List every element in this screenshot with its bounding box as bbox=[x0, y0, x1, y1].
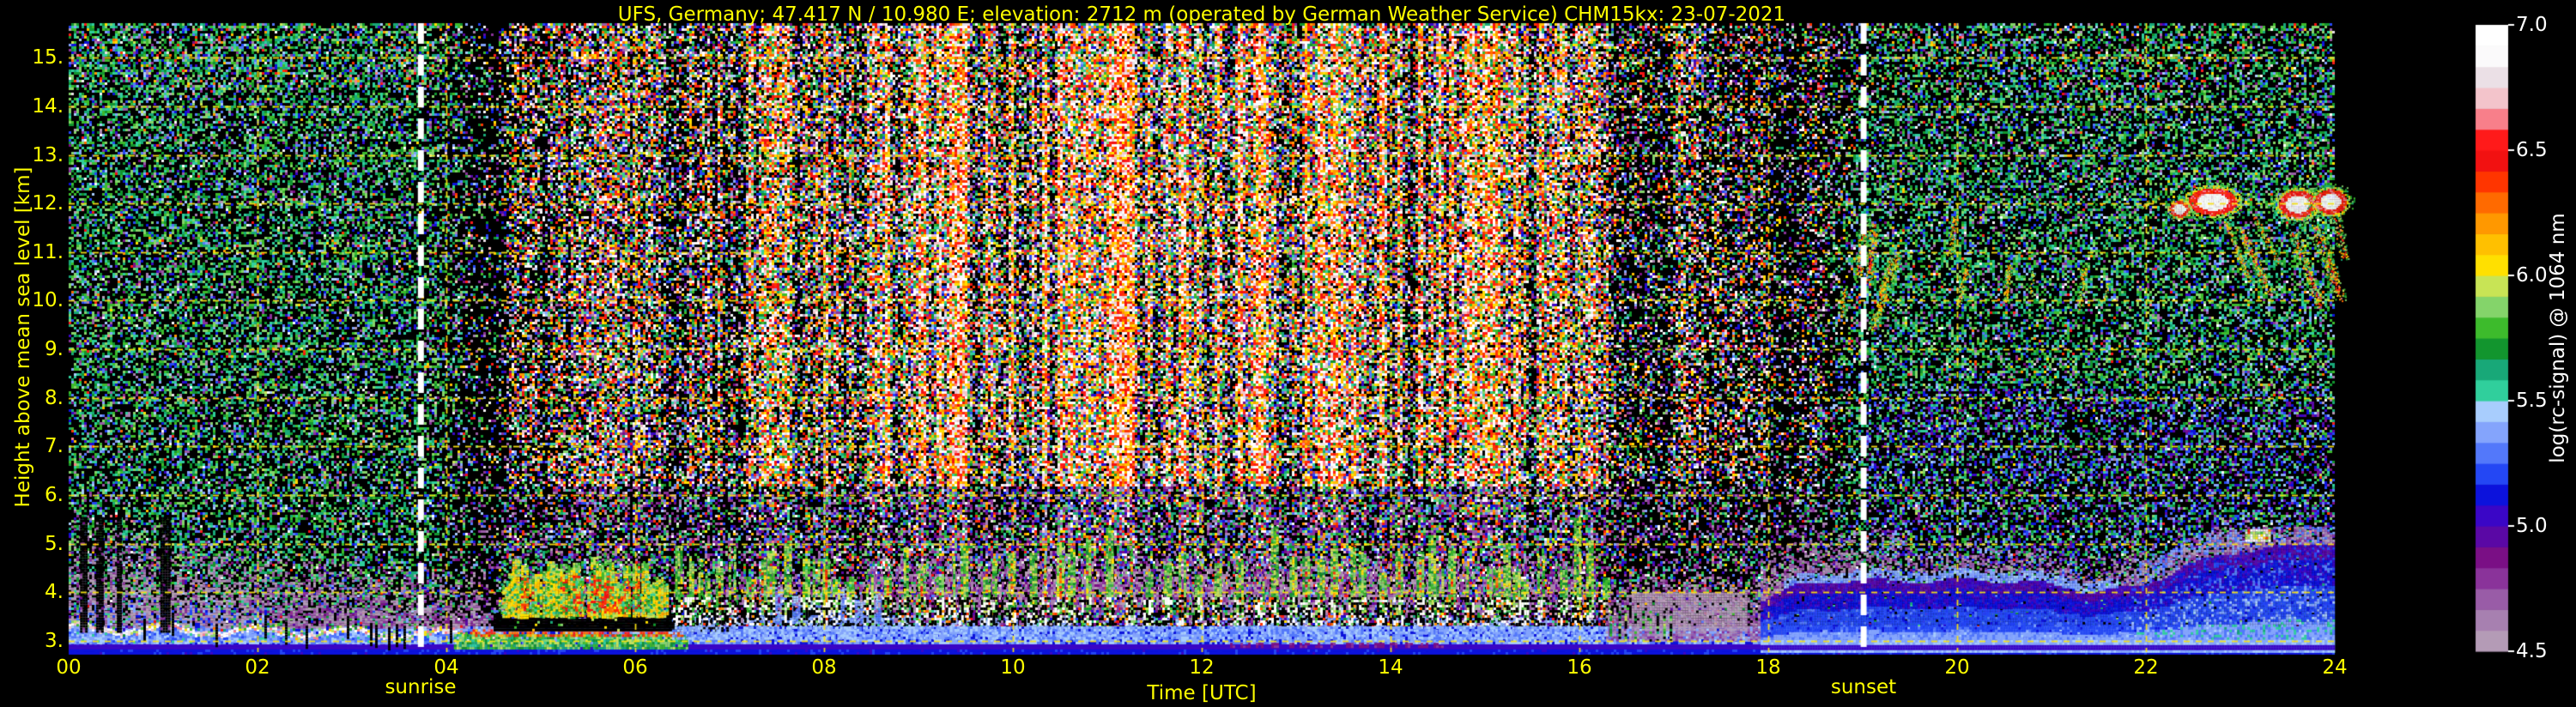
x-tick-16: 16 bbox=[1567, 656, 1592, 679]
colorbar-tick-7_0: 7.0 bbox=[2516, 14, 2548, 36]
colorbar-label: log(rc-signal) @ 1064 nm bbox=[2547, 213, 2569, 463]
x-tick-00: 00 bbox=[56, 656, 82, 679]
x-tick-14: 14 bbox=[1378, 656, 1403, 679]
y-tick-9: 9. bbox=[45, 338, 64, 360]
y-tick-14: 14. bbox=[32, 95, 64, 118]
y-tick-6: 6. bbox=[45, 484, 64, 506]
y-tick-4: 4. bbox=[45, 581, 64, 603]
sunset-annotation: sunset bbox=[1830, 676, 1897, 698]
x-tick-18: 18 bbox=[1755, 656, 1781, 679]
y-tick-10: 10. bbox=[32, 289, 64, 311]
y-tick-8: 8. bbox=[45, 387, 64, 409]
y-tick-15: 15. bbox=[32, 46, 64, 69]
x-tick-22: 22 bbox=[2133, 656, 2159, 679]
x-axis-label: Time [UTC] bbox=[1147, 682, 1257, 704]
x-tick-12: 12 bbox=[1189, 656, 1215, 679]
y-tick-13: 13. bbox=[32, 144, 64, 166]
x-tick-20: 20 bbox=[1944, 656, 1970, 679]
x-tick-10: 10 bbox=[1000, 656, 1026, 679]
y-tick-3: 3. bbox=[45, 630, 64, 652]
y-tick-5: 5. bbox=[45, 533, 64, 555]
lidar-heatmap-canvas bbox=[0, 0, 2576, 707]
y-tick-7: 7. bbox=[45, 435, 64, 457]
x-tick-06: 06 bbox=[622, 656, 648, 679]
sunrise-annotation: sunrise bbox=[385, 676, 457, 698]
colorbar-tick-4_5: 4.5 bbox=[2516, 640, 2548, 662]
colorbar-tick-5_0: 5.0 bbox=[2516, 515, 2548, 537]
x-tick-02: 02 bbox=[245, 656, 270, 679]
x-tick-24: 24 bbox=[2322, 656, 2348, 679]
x-tick-08: 08 bbox=[811, 656, 837, 679]
ceilometer-quicklook-page: { "title": "UFS, Germany; 47.417 N / 10.… bbox=[0, 0, 2576, 707]
plot-title: UFS, Germany; 47.417 N / 10.980 E; eleva… bbox=[617, 3, 1786, 26]
y-tick-12: 12. bbox=[32, 192, 64, 215]
colorbar-tick-6_5: 6.5 bbox=[2516, 139, 2548, 161]
y-tick-11: 11. bbox=[32, 241, 64, 263]
